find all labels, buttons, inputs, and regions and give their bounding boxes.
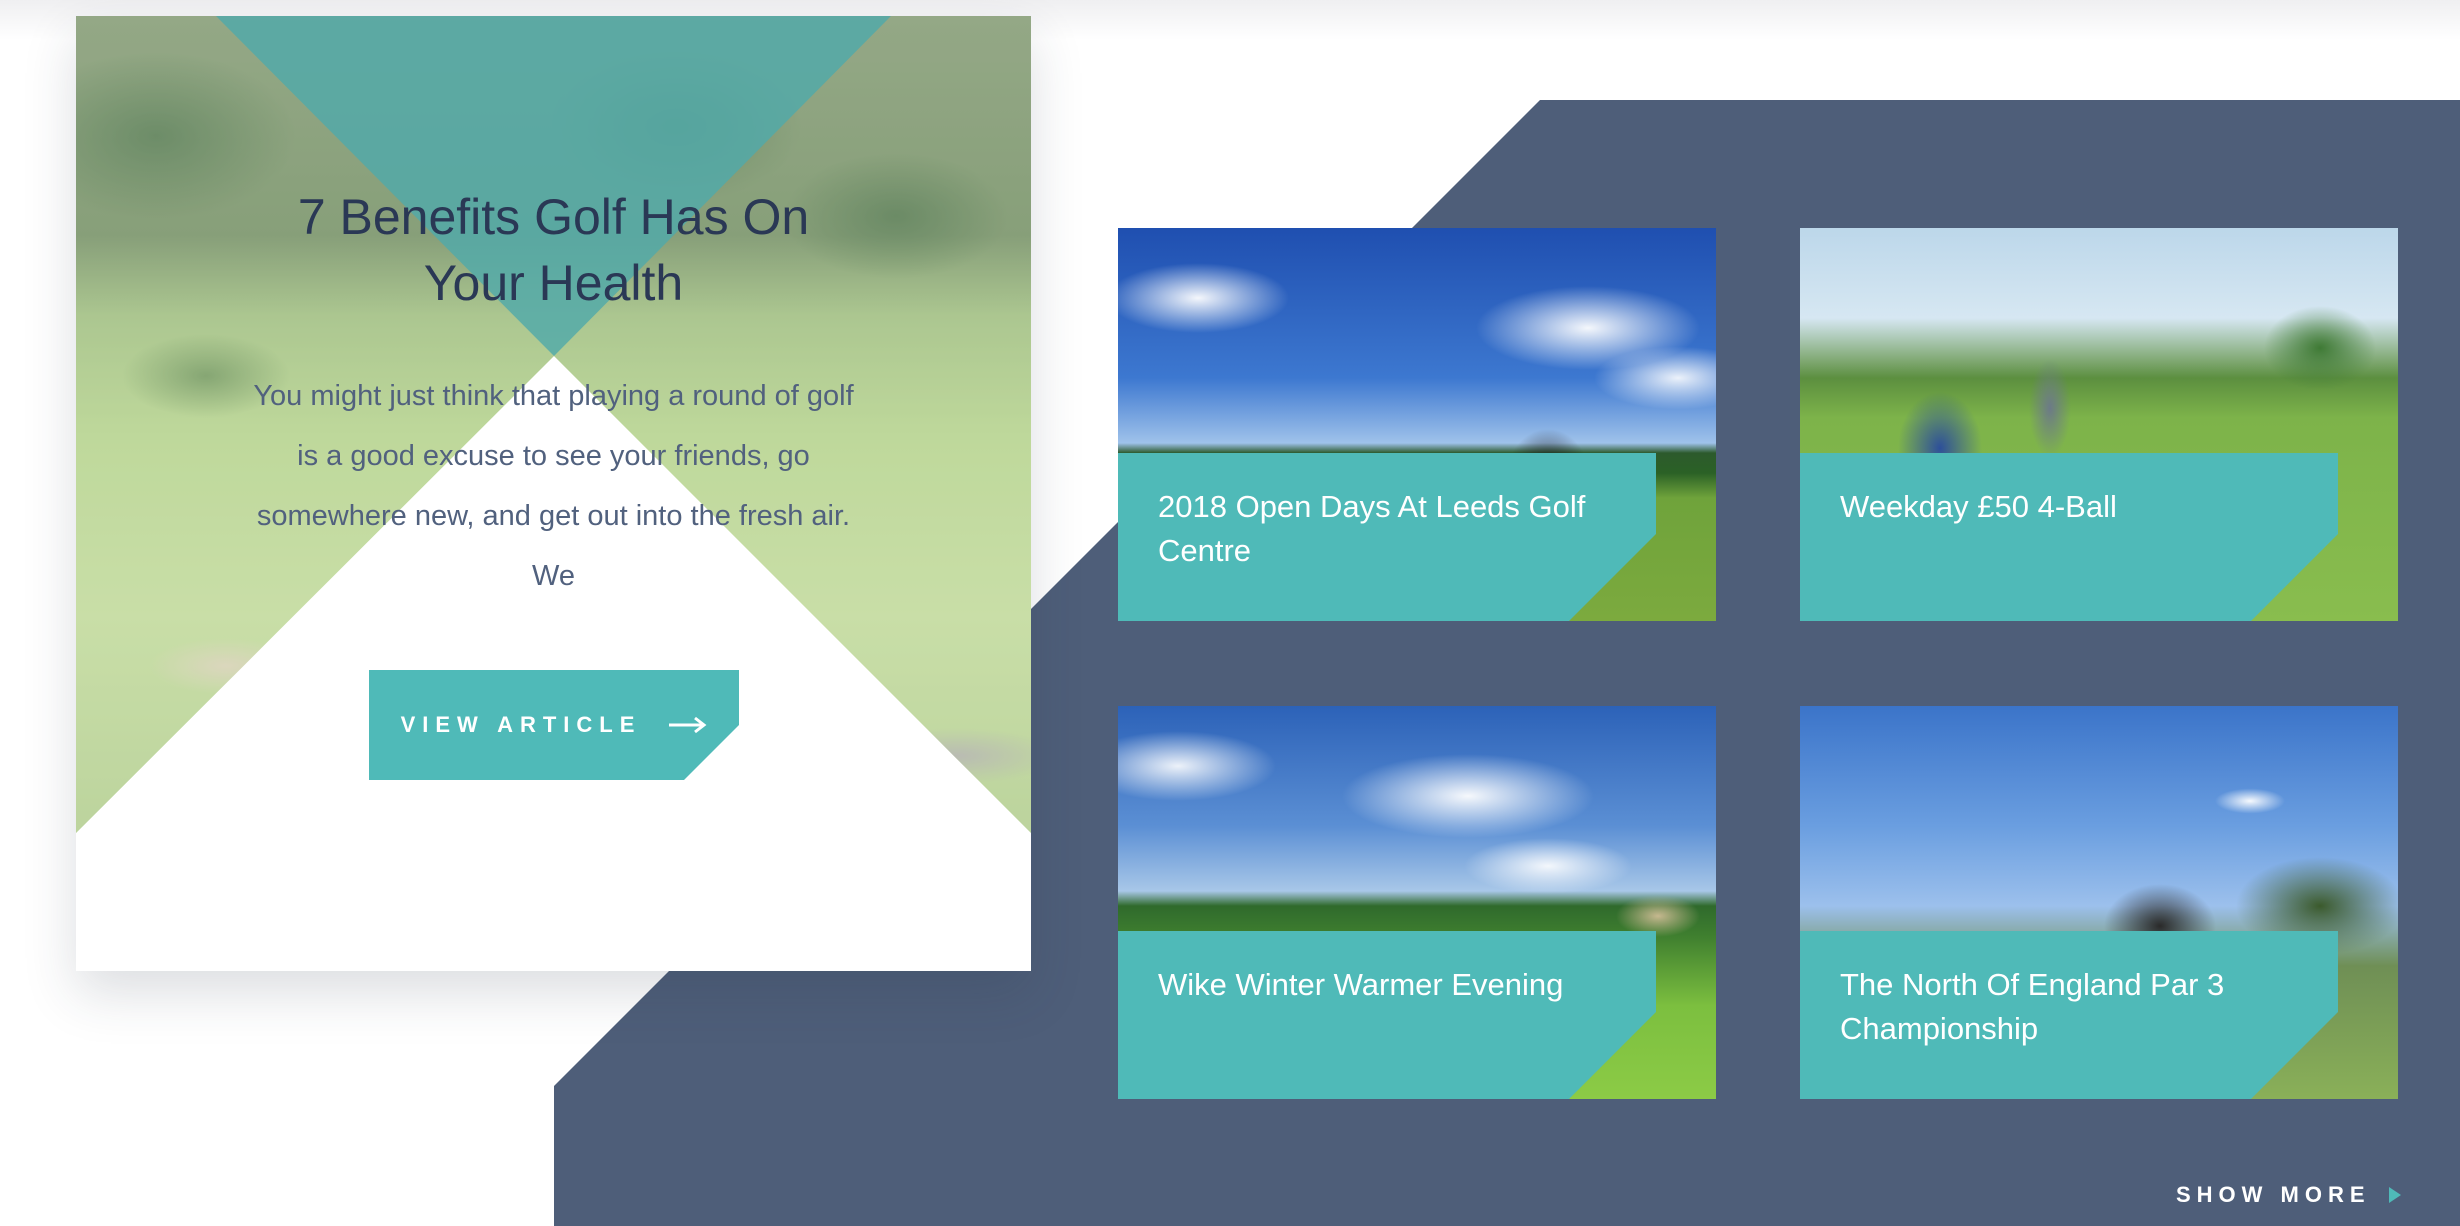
article-card-open-days[interactable]: 2018 Open Days At Leeds Golf Centre (1118, 228, 1716, 621)
featured-article-card: 7 Benefits Golf Has On Your Health You m… (76, 16, 1031, 971)
card-label-box: Weekday £50 4-Ball (1800, 453, 2338, 621)
article-card-par-3-championship[interactable]: The North Of England Par 3 Championship (1800, 706, 2398, 1099)
card-title: 2018 Open Days At Leeds Golf Centre (1158, 489, 1586, 568)
article-card-winter-warmer[interactable]: Wike Winter Warmer Evening (1118, 706, 1716, 1099)
featured-title: 7 Benefits Golf Has On Your Health (297, 189, 810, 311)
triangle-right-icon (2388, 1187, 2401, 1203)
long-arrow-right-icon (669, 716, 707, 734)
card-title: The North Of England Par 3 Championship (1840, 967, 2225, 1046)
featured-excerpt: You might just think that playing a roun… (253, 380, 854, 592)
card-title: Wike Winter Warmer Evening (1158, 967, 1564, 1002)
card-label-box: The North Of England Par 3 Championship (1800, 931, 2338, 1099)
show-more-label: SHOW MORE (2176, 1182, 2371, 1207)
article-card-weekday-4-ball[interactable]: Weekday £50 4-Ball (1800, 228, 2398, 621)
view-article-button[interactable]: VIEW ARTICLE (369, 670, 739, 780)
card-title: Weekday £50 4-Ball (1840, 489, 2117, 524)
show-more-link[interactable]: SHOW MORE (2176, 1180, 2401, 1210)
card-label-box: 2018 Open Days At Leeds Golf Centre (1118, 453, 1656, 621)
card-label-box: Wike Winter Warmer Evening (1118, 931, 1656, 1099)
view-article-label: VIEW ARTICLE (400, 712, 642, 737)
